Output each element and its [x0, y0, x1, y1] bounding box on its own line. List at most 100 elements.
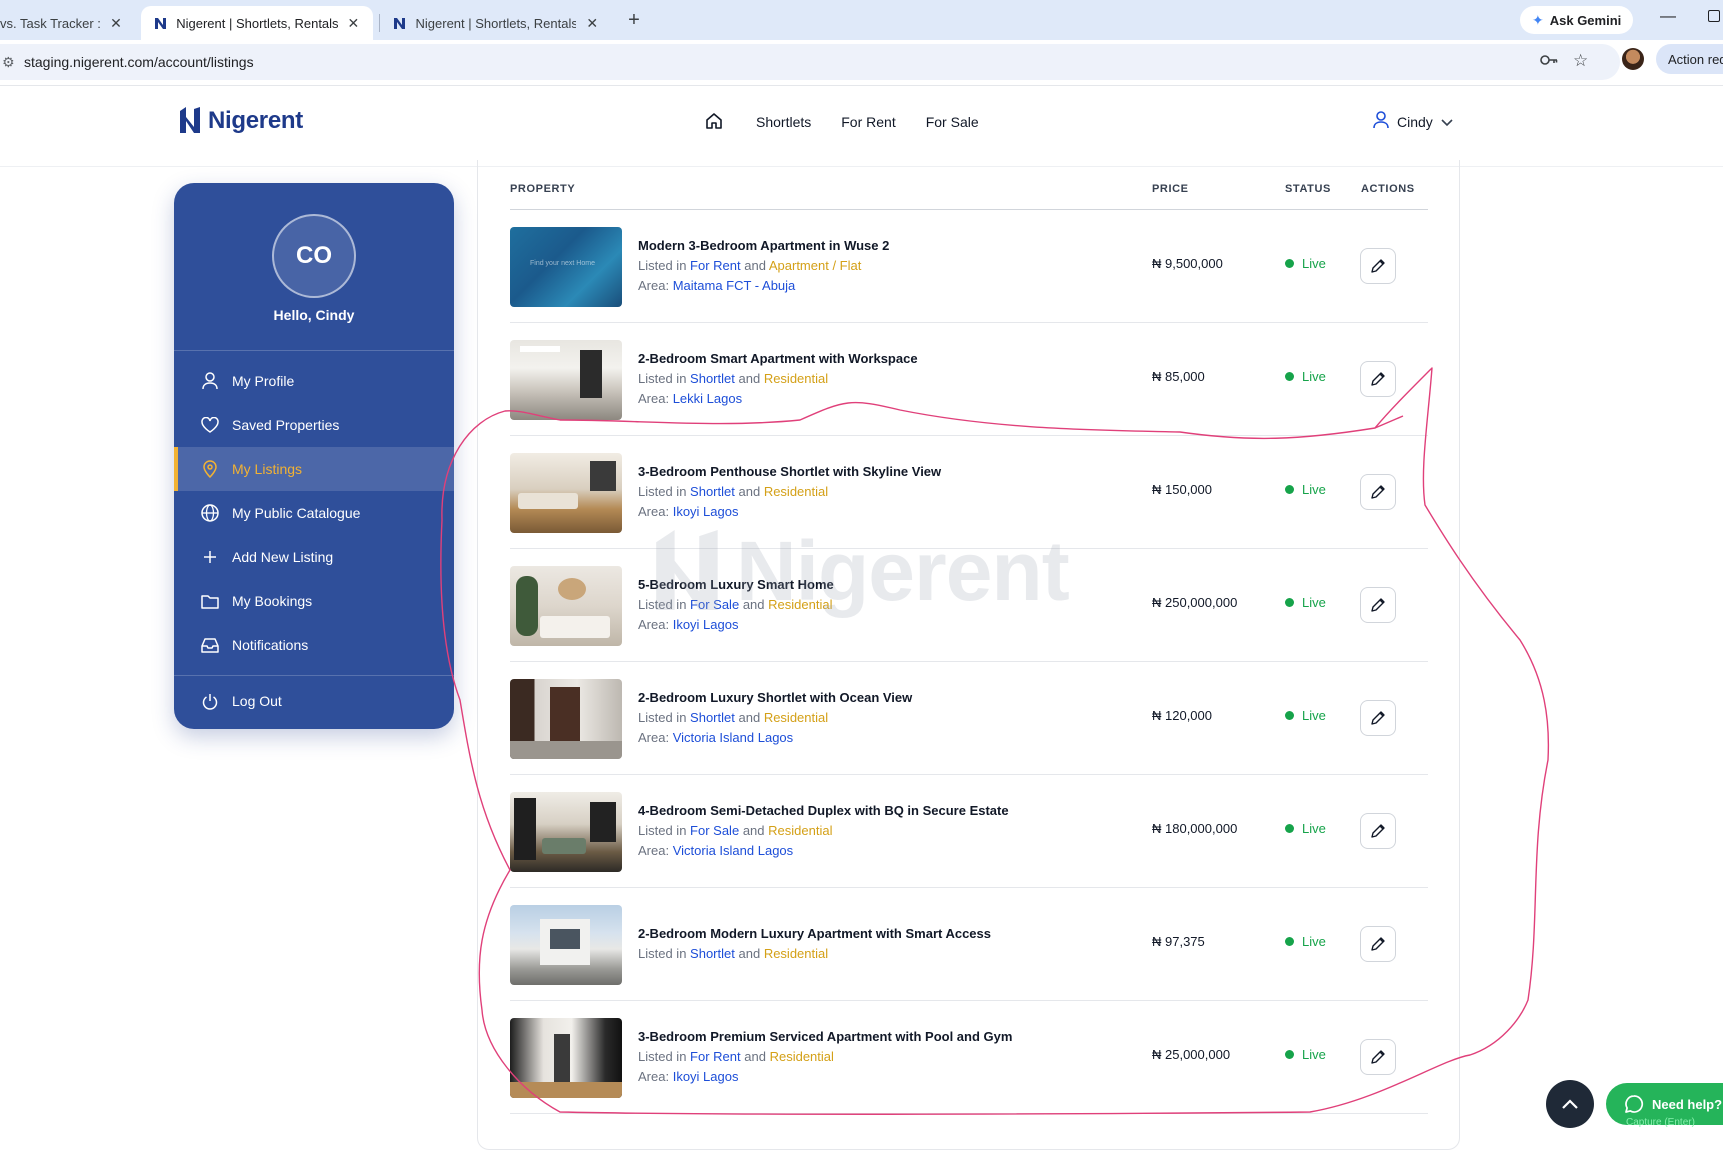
- browser-tab-3[interactable]: Nigerent | Shortlets, Rentals & I ✕: [380, 6, 612, 40]
- property-title[interactable]: 3-Bedroom Penthouse Shortlet with Skylin…: [638, 464, 941, 479]
- table-row[interactable]: 2-Bedroom Smart Apartment with Workspace…: [510, 323, 1428, 436]
- map-pin-icon: [200, 459, 220, 479]
- property-thumbnail[interactable]: [510, 340, 622, 420]
- property-title[interactable]: 3-Bedroom Premium Serviced Apartment wit…: [638, 1029, 1012, 1044]
- sidebar-item-my-bookings[interactable]: My Bookings: [174, 579, 454, 623]
- ask-gemini-button[interactable]: ✦ Ask Gemini: [1520, 6, 1634, 34]
- minimize-button[interactable]: —: [1660, 8, 1676, 26]
- capture-hint: Capture (Enter): [1626, 1117, 1695, 1128]
- table-row[interactable]: Find your next Home Modern 3-Bedroom Apa…: [510, 210, 1428, 323]
- property-thumbnail[interactable]: [510, 566, 622, 646]
- property-title[interactable]: 4-Bedroom Semi-Detached Duplex with BQ i…: [638, 803, 1009, 818]
- edit-listing-button[interactable]: [1360, 700, 1396, 736]
- listing-type-link[interactable]: For Rent: [690, 1049, 741, 1064]
- listing-type-link[interactable]: Shortlet: [690, 710, 735, 725]
- profile-avatar[interactable]: [1622, 48, 1644, 70]
- category-link[interactable]: Residential: [764, 946, 828, 961]
- sidebar-item-my-listings[interactable]: My Listings: [174, 447, 454, 491]
- edit-listing-button[interactable]: [1360, 248, 1396, 284]
- browser-tab-2[interactable]: Nigerent | Shortlets, Rentals & I ✕: [141, 6, 373, 40]
- and-text: and: [738, 484, 761, 499]
- browser-tab-1[interactable]: vs. Task Tracker : "M ✕: [0, 6, 138, 40]
- area-link[interactable]: Ikoyi Lagos: [673, 1069, 739, 1084]
- listing-type-line: Listed in For Rent and Apartment / Flat: [638, 258, 861, 273]
- table-row[interactable]: 2-Bedroom Luxury Shortlet with Ocean Vie…: [510, 662, 1428, 775]
- category-link[interactable]: Residential: [764, 371, 828, 386]
- property-thumbnail[interactable]: Find your next Home: [510, 227, 622, 307]
- edit-listing-button[interactable]: [1360, 926, 1396, 962]
- listing-type-link[interactable]: Shortlet: [690, 371, 735, 386]
- area-link[interactable]: Ikoyi Lagos: [673, 504, 739, 519]
- edit-listing-button[interactable]: [1360, 361, 1396, 397]
- new-tab-button[interactable]: +: [622, 9, 646, 32]
- chevron-up-icon: [1562, 1099, 1578, 1109]
- status-badge: Live: [1285, 934, 1326, 949]
- close-icon[interactable]: ✕: [108, 15, 124, 32]
- area-link[interactable]: Victoria Island Lagos: [673, 843, 793, 858]
- status-badge: Live: [1285, 595, 1326, 610]
- edit-listing-button[interactable]: [1360, 813, 1396, 849]
- action-required-chip[interactable]: Action requ: [1656, 44, 1723, 74]
- url-text[interactable]: staging.nigerent.com/account/listings: [24, 54, 254, 70]
- edit-listing-button[interactable]: [1360, 587, 1396, 623]
- table-row[interactable]: 2-Bedroom Modern Luxury Apartment with S…: [510, 888, 1428, 1001]
- maximize-button[interactable]: [1708, 10, 1720, 22]
- listing-type-line: Listed in Shortlet and Residential: [638, 946, 828, 961]
- user-menu[interactable]: Cindy: [1373, 111, 1453, 132]
- close-icon[interactable]: ✕: [346, 15, 361, 32]
- sidebar-item-saved-properties[interactable]: Saved Properties: [174, 403, 454, 447]
- sidebar-item-add-new-listing[interactable]: Add New Listing: [174, 535, 454, 579]
- logout-button[interactable]: Log Out: [174, 679, 454, 723]
- close-icon[interactable]: ✕: [584, 15, 600, 32]
- area-link[interactable]: Lekki Lagos: [673, 391, 742, 406]
- category-link[interactable]: Residential: [770, 1049, 834, 1064]
- property-title[interactable]: 2-Bedroom Modern Luxury Apartment with S…: [638, 926, 991, 941]
- property-title[interactable]: 2-Bedroom Luxury Shortlet with Ocean Vie…: [638, 690, 912, 705]
- folder-icon: [200, 591, 220, 611]
- table-row[interactable]: 3-Bedroom Premium Serviced Apartment wit…: [510, 1001, 1428, 1114]
- nav-shortlets[interactable]: Shortlets: [756, 114, 811, 130]
- omnibox[interactable]: ⚙ staging.nigerent.com/account/listings …: [0, 44, 1620, 80]
- listing-type-link[interactable]: For Rent: [690, 258, 741, 273]
- category-link[interactable]: Residential: [768, 823, 832, 838]
- home-icon[interactable]: [704, 111, 726, 133]
- category-link[interactable]: Residential: [764, 710, 828, 725]
- edit-listing-button[interactable]: [1360, 474, 1396, 510]
- category-link[interactable]: Residential: [764, 484, 828, 499]
- scroll-to-top-button[interactable]: [1546, 1080, 1594, 1128]
- listed-in-text: Listed in: [638, 1049, 687, 1064]
- account-sidebar: CO Hello, Cindy My Profile Saved Propert…: [174, 183, 454, 729]
- area-link[interactable]: Maitama FCT - Abuja: [673, 278, 796, 293]
- sidebar-item-my-profile[interactable]: My Profile: [174, 359, 454, 403]
- table-row[interactable]: 4-Bedroom Semi-Detached Duplex with BQ i…: [510, 775, 1428, 888]
- bookmark-star-icon[interactable]: ☆: [1573, 51, 1588, 71]
- property-thumbnail[interactable]: [510, 905, 622, 985]
- nav-for-sale[interactable]: For Sale: [926, 114, 979, 130]
- status-dot: [1285, 824, 1294, 833]
- sidebar-item-my-public-catalogue[interactable]: My Public Catalogue: [174, 491, 454, 535]
- nav-for-rent[interactable]: For Rent: [841, 114, 895, 130]
- listing-type-link[interactable]: Shortlet: [690, 946, 735, 961]
- property-title[interactable]: 2-Bedroom Smart Apartment with Workspace: [638, 351, 918, 366]
- property-title[interactable]: Modern 3-Bedroom Apartment in Wuse 2: [638, 238, 889, 253]
- nigerent-favicon-icon: [153, 15, 168, 31]
- listing-type-link[interactable]: Shortlet: [690, 484, 735, 499]
- category-link[interactable]: Apartment / Flat: [769, 258, 861, 273]
- area-link[interactable]: Victoria Island Lagos: [673, 730, 793, 745]
- listing-type-line: Listed in Shortlet and Residential: [638, 371, 828, 386]
- nigerent-logo[interactable]: Nigerent: [178, 105, 303, 135]
- edit-listing-button[interactable]: [1360, 1039, 1396, 1075]
- property-thumbnail[interactable]: [510, 679, 622, 759]
- password-key-icon[interactable]: [1540, 53, 1558, 70]
- property-thumbnail[interactable]: [510, 453, 622, 533]
- status-dot: [1285, 598, 1294, 607]
- status-text: Live: [1302, 821, 1326, 836]
- property-thumbnail[interactable]: [510, 792, 622, 872]
- property-thumbnail[interactable]: [510, 1018, 622, 1098]
- site-info-icon[interactable]: ⚙: [2, 54, 16, 71]
- listing-type-link[interactable]: For Sale: [690, 823, 739, 838]
- pencil-icon: [1371, 937, 1385, 951]
- browser-tabstrip: vs. Task Tracker : "M ✕ Nigerent | Short…: [0, 0, 1723, 40]
- sidebar-item-label: My Public Catalogue: [232, 505, 361, 521]
- sidebar-item-notifications[interactable]: Notifications: [174, 623, 454, 667]
